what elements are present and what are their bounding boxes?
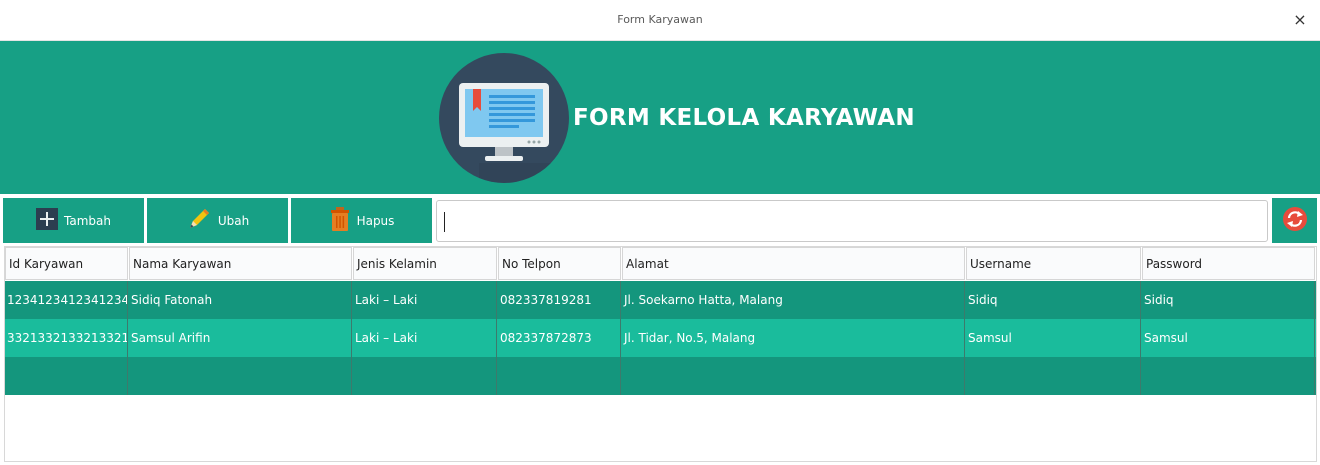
column-header[interactable]: No Telpon bbox=[498, 247, 621, 280]
pencil-icon bbox=[186, 206, 212, 235]
table-cell[interactable] bbox=[622, 357, 965, 395]
trash-icon bbox=[329, 206, 351, 235]
table-cell[interactable]: Samsul Arifin bbox=[129, 319, 352, 357]
table-row[interactable]: 3321332133213321 Samsul Arifin Laki – Laki… bbox=[5, 319, 1316, 357]
hapus-label: Hapus bbox=[356, 213, 395, 228]
table-cell[interactable]: Samsul bbox=[966, 319, 1141, 357]
table-header: Id Karyawan Nama Karyawan Jenis Kelamin No … bbox=[5, 247, 1316, 281]
search-input[interactable] bbox=[436, 200, 1268, 242]
table-cell[interactable]: Sidiq bbox=[966, 281, 1141, 319]
tambah-button[interactable]: Tambah bbox=[3, 198, 144, 243]
table-cell[interactable]: 3321332133213321 bbox=[5, 319, 128, 357]
table-cell[interactable] bbox=[498, 357, 621, 395]
table-cell[interactable]: 1234123412341234 bbox=[5, 281, 128, 319]
table-row[interactable] bbox=[5, 357, 1316, 395]
ubah-label: Ubah bbox=[217, 213, 250, 228]
table-cell[interactable] bbox=[1142, 357, 1315, 395]
close-button[interactable]: × bbox=[1292, 11, 1308, 29]
column-header[interactable]: Nama Karyawan bbox=[129, 247, 352, 280]
table-cell[interactable] bbox=[5, 357, 128, 395]
window-title: Form Karyawan bbox=[617, 13, 703, 26]
table-cell[interactable]: 082337872873 bbox=[498, 319, 621, 357]
form-karyawan-window: Form Karyawan × FORM KELOLA KARYAWAN Tam… bbox=[0, 0, 1320, 465]
table-cell[interactable]: Sidiq Fatonah bbox=[129, 281, 352, 319]
monitor-icon bbox=[439, 53, 569, 183]
table-cell[interactable] bbox=[129, 357, 352, 395]
title-bar: Form Karyawan × bbox=[0, 0, 1320, 41]
column-header[interactable]: Username bbox=[966, 247, 1141, 280]
plus-icon bbox=[36, 208, 59, 233]
column-header[interactable]: Id Karyawan bbox=[5, 247, 128, 280]
tambah-label: Tambah bbox=[64, 213, 111, 228]
refresh-button[interactable] bbox=[1272, 198, 1317, 243]
toolbar: Tambah Ubah Hapus bbox=[0, 195, 1320, 245]
table-cell[interactable] bbox=[966, 357, 1141, 395]
table-cell[interactable]: 082337819281 bbox=[498, 281, 621, 319]
table-cell[interactable]: Laki – Laki bbox=[353, 281, 497, 319]
table-cell[interactable]: Jl. Soekarno Hatta, Malang bbox=[622, 281, 965, 319]
ubah-button[interactable]: Ubah bbox=[147, 198, 288, 243]
table-cell[interactable]: Samsul bbox=[1142, 319, 1315, 357]
table-cell[interactable]: Sidiq bbox=[1142, 281, 1315, 319]
page-title: FORM KELOLA KARYAWAN bbox=[573, 105, 915, 131]
refresh-icon bbox=[1282, 206, 1308, 236]
table-cell[interactable]: Jl. Tidar, No.5, Malang bbox=[622, 319, 965, 357]
karyawan-table: Id Karyawan Nama Karyawan Jenis Kelamin No … bbox=[4, 246, 1317, 462]
table-cell[interactable] bbox=[353, 357, 497, 395]
header-banner: FORM KELOLA KARYAWAN bbox=[0, 41, 1320, 194]
column-header[interactable]: Jenis Kelamin bbox=[353, 247, 497, 280]
text-caret bbox=[444, 212, 445, 232]
table-cell[interactable]: Laki – Laki bbox=[353, 319, 497, 357]
column-header[interactable]: Alamat bbox=[622, 247, 965, 280]
column-header[interactable]: Password bbox=[1142, 247, 1315, 280]
table-row[interactable]: 1234123412341234 Sidiq Fatonah Laki – Laki… bbox=[5, 281, 1316, 319]
hapus-button[interactable]: Hapus bbox=[291, 198, 432, 243]
